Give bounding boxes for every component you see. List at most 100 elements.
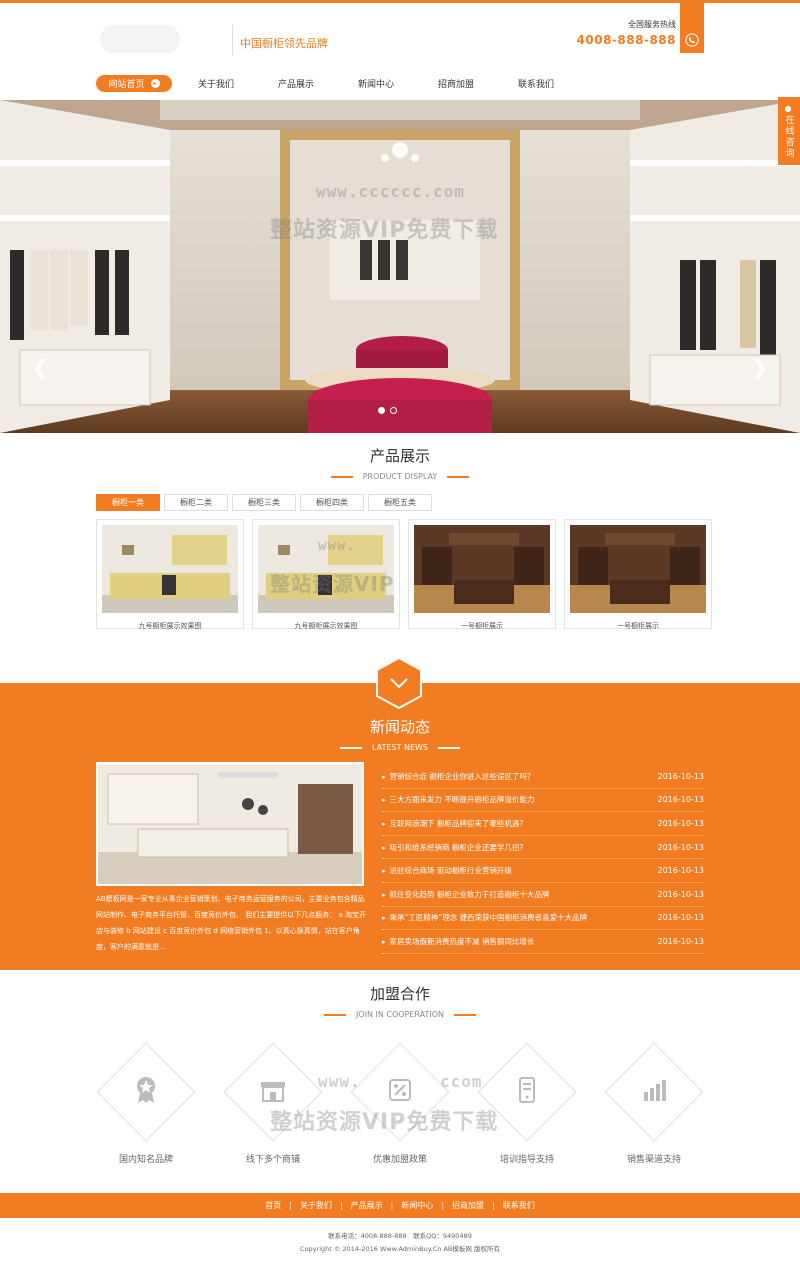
nav-item-join[interactable]: 招商加盟 <box>416 77 496 90</box>
coop-item-stores[interactable]: 线下多个商铺 <box>223 1042 323 1165</box>
footer-link-about[interactable]: 关于我们 <box>292 1200 340 1211</box>
news-item[interactable]: 秉承“工匠精神”理念 捷西荣获中国橱柜消费者喜爱十大品牌 2016-10-13 <box>382 907 704 931</box>
footer-link-home[interactable]: 首页 <box>257 1200 289 1211</box>
news-image[interactable] <box>96 762 364 886</box>
section-subtitle-text: LATEST NEWS <box>372 743 428 752</box>
training-icon <box>519 1077 535 1103</box>
footer-link-products[interactable]: 产品展示 <box>343 1200 391 1211</box>
slider-dot[interactable] <box>390 407 397 414</box>
store-icon <box>261 1082 285 1102</box>
separator: | <box>441 1201 445 1210</box>
slider-dot[interactable] <box>378 407 385 414</box>
tab-cabinet-2[interactable]: 橱柜二类 <box>164 494 228 511</box>
product-card[interactable]: 九号橱柜展示效果图 <box>252 519 400 630</box>
online-consult-button[interactable]: ● 在线咨询 <box>778 97 800 165</box>
nav-item-about[interactable]: 关于我们 <box>176 77 256 90</box>
divider <box>447 475 470 478</box>
coop-label: 培训指导支持 <box>499 1155 554 1165</box>
diamond-frame <box>604 1042 704 1142</box>
news-item-title: 抓住变化趋势 橱柜企业致力于打造橱柜十大品牌 <box>382 889 550 900</box>
hexagon-down-icon[interactable] <box>376 657 422 709</box>
coop-item-training[interactable]: 培训指导支持 <box>477 1042 577 1165</box>
chevron-right-icon[interactable]: ❯ <box>751 355 768 379</box>
chart-icon <box>644 1080 666 1101</box>
separator: | <box>390 1201 394 1210</box>
product-card[interactable]: 九号橱柜展示效果图 <box>96 519 244 630</box>
news-item-date: 2016-10-13 <box>657 818 705 828</box>
news-item[interactable]: 进驻综合商场 驱动橱柜行业营销升级 2016-10-13 <box>382 859 704 883</box>
news-item[interactable]: 抓住变化趋势 橱柜企业致力于打造橱柜十大品牌 2016-10-13 <box>382 883 704 907</box>
product-card[interactable]: 一号橱柜展示 <box>408 519 556 630</box>
phone-icon <box>685 33 699 47</box>
online-consult-label: 在线咨询 <box>783 114 794 159</box>
news-list: 营销综合症 橱柜企业你进入这些误区了吗？ 2016-10-13 三大方面来发力 不… <box>382 765 704 954</box>
discount-icon <box>389 1079 411 1101</box>
news-heading: 新闻动态 LATEST NEWS <box>0 716 800 752</box>
hero-banner[interactable]: ❮ ❯ <box>0 100 800 433</box>
tab-cabinet-4[interactable]: 橱柜四类 <box>300 494 364 511</box>
news-item-title: 吸引和维系经销商 橱柜企业还要学几招? <box>382 842 524 853</box>
news-item[interactable]: 互联网浪潮下 橱柜品牌迎来了哪些机遇? 2016-10-13 <box>382 812 704 836</box>
coop-item-brand[interactable]: 国内知名品牌 <box>96 1042 196 1165</box>
tab-cabinet-1[interactable]: 橱柜一类 <box>96 494 160 511</box>
diamond-frame <box>350 1042 450 1142</box>
diamond-frame <box>96 1042 196 1142</box>
news-item[interactable]: 营销综合症 橱柜企业你进入这些误区了吗？ 2016-10-13 <box>382 765 704 789</box>
news-item-date: 2016-10-13 <box>657 936 705 946</box>
hotline-label: 全国服务热线 <box>628 20 676 29</box>
nav-item-contact[interactable]: 联系我们 <box>496 77 576 90</box>
kitchen-photo <box>98 764 362 884</box>
product-image <box>258 525 394 613</box>
product-caption: 九号橱柜展示效果图 <box>294 622 358 630</box>
award-icon <box>137 1077 155 1103</box>
section-title: 加盟合作 <box>369 985 430 1003</box>
news-item-date: 2016-10-13 <box>657 771 705 781</box>
news-item-date: 2016-10-13 <box>657 889 705 899</box>
separator: | <box>339 1201 343 1210</box>
section-subtitle: LATEST NEWS <box>0 743 800 752</box>
news-item[interactable]: 三大方面来发力 不断提升橱柜品牌溢价能力 2016-10-13 <box>382 789 704 813</box>
news-description: AB模板网是一家专业从事企业营销策划、电子商务运营服务的公司，主要业务包含精品网… <box>96 895 366 951</box>
section-subtitle-text: JOIN IN COOPERATION <box>355 1010 445 1019</box>
tab-cabinet-3[interactable]: 橱柜三类 <box>232 494 296 511</box>
news-item-title: 营销综合症 橱柜企业你进入这些误区了吗？ <box>382 771 535 782</box>
coop-item-channel[interactable]: 销售渠道支持 <box>604 1042 704 1165</box>
divider <box>340 746 363 749</box>
coop-label: 销售渠道支持 <box>626 1155 681 1165</box>
hotline-number[interactable]: 4008-888-888 <box>577 33 676 47</box>
nav-item-news[interactable]: 新闻中心 <box>336 77 416 90</box>
nav-item-label: 网站首页 <box>108 80 145 90</box>
products-heading: 产品展示 PRODUCT DISPLAY <box>0 445 800 481</box>
news-item-title: 秉承“工匠精神”理念 捷西荣获中国橱柜消费者喜爱十大品牌 <box>382 912 588 923</box>
phone-badge[interactable] <box>680 3 704 53</box>
chevron-left-icon[interactable]: ❮ <box>32 355 49 379</box>
footer-link-news[interactable]: 新闻中心 <box>393 1200 441 1211</box>
footer-link-contact[interactable]: 联系我们 <box>495 1200 543 1211</box>
separator: | <box>492 1201 495 1210</box>
footer-link-join[interactable]: 招商加盟 <box>444 1200 492 1211</box>
news-item[interactable]: 吸引和维系经销商 橱柜企业还要学几招? 2016-10-13 <box>382 836 704 860</box>
product-grid: 九号橱柜展示效果图 九号橱柜展示效果图 一号橱柜展示 一号橱柜展示 <box>96 519 712 630</box>
arrow-right-icon: ▸ <box>150 79 160 88</box>
product-image <box>414 525 550 613</box>
product-image <box>102 525 238 613</box>
slider-dots <box>378 407 397 414</box>
logo[interactable] <box>100 25 180 53</box>
cooperation-list: 国内知名品牌 线下多个商铺 优惠加盟政策 培训指导支持 销售渠道支持 <box>96 1042 704 1165</box>
banner-image <box>0 100 800 433</box>
pin-icon: ● <box>784 103 794 113</box>
news-item-date: 2016-10-13 <box>657 842 705 852</box>
news-item-title: 互联网浪潮下 橱柜品牌迎来了哪些机遇? <box>382 818 524 829</box>
news-item-date: 2016-10-13 <box>657 913 705 923</box>
news-item[interactable]: 家居卖场假期消费热度不减 销售额同比增长 2016-10-13 <box>382 930 704 954</box>
nav-item-products[interactable]: 产品展示 <box>256 77 336 90</box>
section-subtitle: PRODUCT DISPLAY <box>0 472 800 481</box>
tab-cabinet-5[interactable]: 橱柜五类 <box>368 494 432 511</box>
section-subtitle: JOIN IN COOPERATION <box>0 1010 800 1019</box>
header: 中国橱柜领先品牌 全国服务热线 4008-888-888 <box>0 3 800 67</box>
product-image <box>570 525 706 613</box>
diamond-frame <box>477 1042 577 1142</box>
coop-item-policy[interactable]: 优惠加盟政策 <box>350 1042 450 1165</box>
nav-item-home[interactable]: 网站首页 ▸ <box>96 75 172 92</box>
product-card[interactable]: 一号橱柜展示 <box>564 519 712 630</box>
